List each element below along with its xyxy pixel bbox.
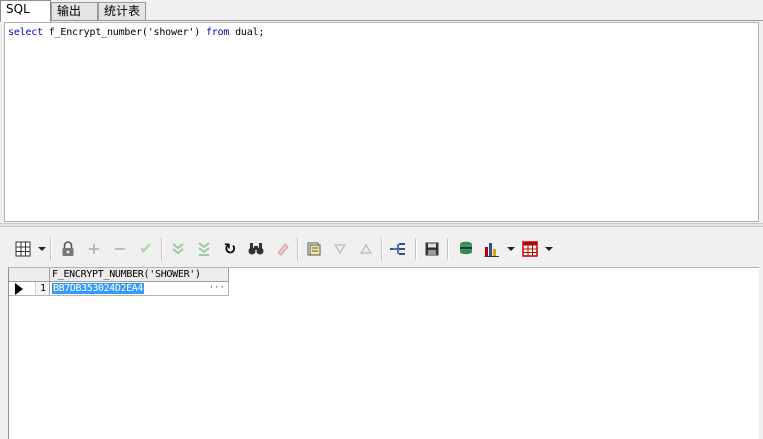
chart-icon[interactable] xyxy=(483,240,501,258)
result-grid[interactable]: F_ENCRYPT_NUMBER('SHOWER') 1 BB7DB353024… xyxy=(8,267,759,439)
post-changes-icon[interactable]: ✔ xyxy=(137,240,155,258)
current-row-arrow-icon xyxy=(15,283,23,295)
function-call: f_Encrypt_number( xyxy=(42,27,148,38)
tab-sql-label: SQL xyxy=(6,2,30,16)
delete-record-icon[interactable]: − xyxy=(111,240,129,258)
save-icon[interactable] xyxy=(423,240,441,258)
tab-output-label: 输出 xyxy=(57,4,82,18)
table-name: dual; xyxy=(229,27,265,38)
query-by-example-icon[interactable] xyxy=(305,240,323,258)
insert-record-icon[interactable]: + xyxy=(85,240,103,258)
export-icon[interactable] xyxy=(457,240,475,258)
tab-statistics[interactable]: 统计表 xyxy=(98,2,146,20)
tab-divider xyxy=(0,20,763,21)
toolbar-separator xyxy=(297,238,299,260)
row-number-label: 1 xyxy=(39,283,46,294)
grid-view-icon[interactable] xyxy=(14,240,32,258)
toolbar-separator xyxy=(415,238,417,260)
column-header-label: F_ENCRYPT_NUMBER('SHOWER') xyxy=(52,269,201,280)
grid-view-dropdown-icon[interactable] xyxy=(38,247,46,251)
chart-dropdown-icon[interactable] xyxy=(507,247,515,251)
toolbar-separator xyxy=(381,238,383,260)
close-paren: ) xyxy=(194,27,206,38)
next-record-icon[interactable] xyxy=(331,240,349,258)
toolbar-separator xyxy=(50,238,52,260)
sql-editor[interactable]: select f_Encrypt_number('shower') from d… xyxy=(4,22,759,222)
sql-line-1: select f_Encrypt_number('shower') from d… xyxy=(8,27,264,38)
refresh-icon[interactable]: ↻ xyxy=(221,240,239,258)
find-icon[interactable] xyxy=(247,240,265,258)
pane-splitter[interactable] xyxy=(0,223,763,227)
string-argument: 'shower' xyxy=(147,27,195,38)
previous-record-icon[interactable] xyxy=(357,240,375,258)
table-icon[interactable] xyxy=(521,240,539,258)
table-cell[interactable]: BB7DB353024D2EA4 ··· xyxy=(50,282,229,296)
fetch-all-icon[interactable] xyxy=(195,240,213,258)
tab-output[interactable]: 输出 xyxy=(51,2,98,20)
grid-corner-header xyxy=(9,268,50,282)
clear-icon[interactable] xyxy=(273,240,291,258)
cell-ellipsis-button[interactable]: ··· xyxy=(209,282,225,295)
tab-sql[interactable]: SQL xyxy=(0,0,51,22)
tab-bar: SQL 输出 统计表 xyxy=(0,0,763,22)
fetch-next-icon[interactable] xyxy=(169,240,187,258)
row-number: 1 xyxy=(35,282,50,296)
cell-value-selected[interactable]: BB7DB353024D2EA4 xyxy=(52,283,144,294)
keyword-from: from xyxy=(205,27,230,38)
tab-statistics-label: 统计表 xyxy=(104,4,141,18)
table-dropdown-icon[interactable] xyxy=(545,247,553,251)
toolbar-separator xyxy=(447,238,449,260)
keyword-select: select xyxy=(8,27,43,38)
lock-icon[interactable] xyxy=(59,240,77,258)
toolbar-separator xyxy=(161,238,163,260)
row-indicator[interactable] xyxy=(9,282,35,296)
result-toolbar: + − ✔ ↻ xyxy=(4,232,759,266)
record-tree-icon[interactable] xyxy=(389,240,407,258)
column-header-f-encrypt-number[interactable]: F_ENCRYPT_NUMBER('SHOWER') xyxy=(50,268,229,282)
